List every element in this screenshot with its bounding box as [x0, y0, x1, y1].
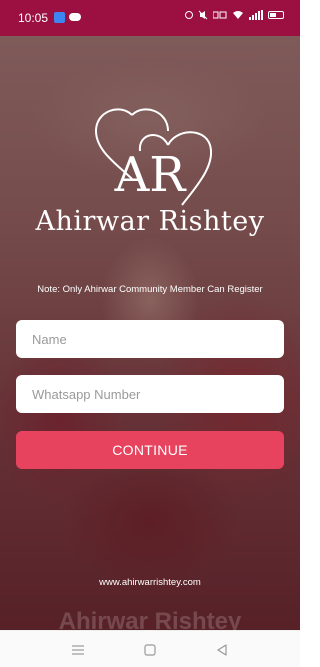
name-input[interactable] [16, 320, 284, 358]
data-speed-icon [213, 11, 227, 19]
registration-screen: 10:05 AR Ahirwar Rishtey Note: Only Ahir… [0, 0, 300, 667]
alarm-icon [185, 11, 193, 19]
registration-note: Note: Only Ahirwar Community Member Can … [37, 284, 263, 295]
logo-monogram: AR [114, 147, 188, 203]
mute-icon [198, 10, 208, 20]
app-notification-icon [54, 12, 65, 23]
system-navigation-bar [0, 630, 300, 667]
background-overlay [0, 0, 300, 630]
whatsapp-number-input[interactable] [16, 375, 284, 413]
status-bar: 10:05 [0, 0, 300, 36]
brand-watermark: Ahirwar Rishtey [58, 608, 242, 630]
signal-icon [249, 10, 263, 20]
status-time: 10:05 [18, 11, 49, 25]
home-button[interactable] [140, 640, 160, 660]
menu-icon [72, 645, 84, 655]
status-icons [185, 10, 284, 20]
back-icon [217, 644, 227, 656]
back-button[interactable] [212, 640, 232, 660]
continue-button[interactable]: CONTINUE [16, 431, 284, 469]
website-link[interactable]: www.ahirwarrishtey.com [0, 577, 300, 588]
cloud-icon [69, 13, 81, 21]
home-icon [144, 644, 156, 656]
wifi-icon [233, 11, 243, 19]
menu-button[interactable] [68, 640, 88, 660]
battery-icon [268, 11, 284, 19]
brand-name: Ahirwar Rishtey [35, 206, 265, 237]
